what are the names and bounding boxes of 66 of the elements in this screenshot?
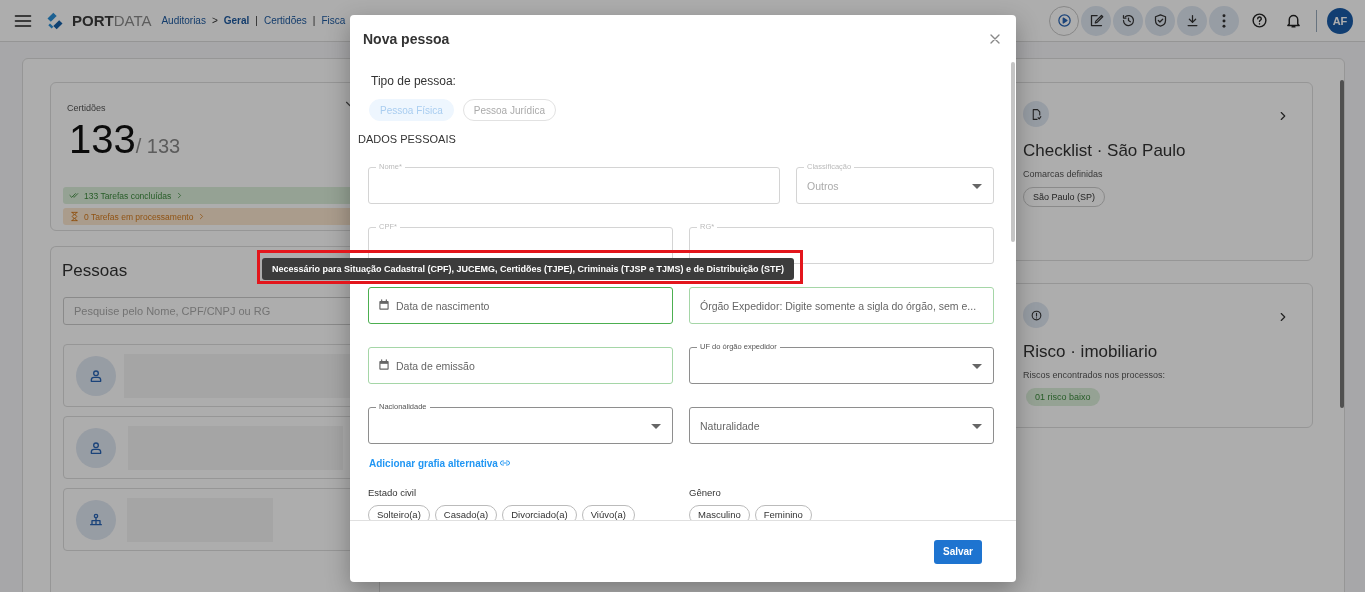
link-icon [498,457,511,469]
help-icon [1250,12,1268,29]
option-chip[interactable]: Masculino [689,504,750,520]
breadcrumb-link[interactable]: Fisca [321,15,346,26]
logo-text: PORTDATA [72,12,152,29]
caret-icon [651,424,661,429]
card-subtitle: Comarcas definidas [1023,169,1104,179]
calendar-icon [377,298,391,312]
calendar-icon [377,358,391,372]
card-title: Pessoas [62,261,128,282]
tag: 01 risco baixo [1026,388,1100,406]
option-chip[interactable]: Divorciado(a) [502,504,577,520]
card-label: Certidões [67,103,106,113]
person-icon [88,439,104,456]
date-field[interactable]: Data de emissão [368,347,673,384]
option-chip[interactable]: Feminino [754,504,812,520]
option-chip[interactable]: Casado(a) [434,504,498,520]
download-button[interactable] [1177,5,1207,36]
caret-icon [972,184,982,189]
scrollbar[interactable] [1011,62,1015,242]
breadcrumb-separator: | [312,15,316,26]
date-field[interactable]: Data de nascimento [368,287,673,324]
alert-icon [1029,308,1043,322]
count-total: / 133 [135,135,181,158]
shield-icon [1152,13,1168,28]
play-icon [1056,13,1072,28]
play-button[interactable] [1049,5,1079,36]
add-alternative-link[interactable]: Adicionar grafia alternativa [369,457,511,469]
save-button[interactable]: Salvar [933,539,982,564]
shield-button[interactable] [1145,5,1175,36]
breadcrumb-link[interactable]: Certidões [263,15,307,26]
card-title: Checklist · São Paulo [1023,141,1187,161]
caret-icon [972,364,982,369]
section-heading: DADOS PESSOAIS [358,133,457,145]
breadcrumb-link[interactable]: Auditorias [161,15,206,26]
org-chart-icon [88,511,104,528]
select-field[interactable] [368,407,673,444]
history-icon [1120,13,1136,28]
caret-icon [972,424,982,429]
logo-icon [45,10,65,31]
breadcrumb-separator: > [211,15,218,26]
breadcrumb-link[interactable]: Geral [223,15,250,26]
select-field[interactable]: Naturalidade [689,407,994,444]
bell-icon [1284,12,1302,29]
download-icon [1184,13,1200,28]
double-check-icon [69,190,80,201]
user-avatar[interactable]: AF [1327,7,1353,34]
hourglass-icon [69,211,80,222]
group-label: Gênero [689,486,722,498]
person-icon [88,367,104,384]
dialog-title: Nova pessoa [363,30,450,47]
field-label: Tipo de pessoa: [371,74,457,88]
count-value: 133 [69,117,136,162]
input-field[interactable]: Órgão Expedidor: Digite somente a sigla do órgão, sem e... [689,287,994,324]
more-icon [1222,13,1226,28]
tooltip: Necessário para Situação Cadastral (CPF), JUCEMG, Certidões (TJPE), Criminais (TJSP e TJMS) e de Distribuição (STF) [262,258,794,280]
edit-button[interactable] [1081,5,1111,36]
history-button[interactable] [1113,5,1143,36]
option-chip[interactable]: Viúvo(a) [581,504,635,520]
breadcrumb-separator: | [255,15,258,26]
card-subtitle: Riscos encontrados nos processos: [1023,370,1167,380]
scrollbar[interactable] [1340,80,1344,408]
card-title: Risco · imobiliario [1023,342,1159,362]
group-label: Estado civil [368,486,418,498]
option-chip[interactable]: Solteiro(a) [368,504,430,520]
edit-icon [1088,13,1104,28]
